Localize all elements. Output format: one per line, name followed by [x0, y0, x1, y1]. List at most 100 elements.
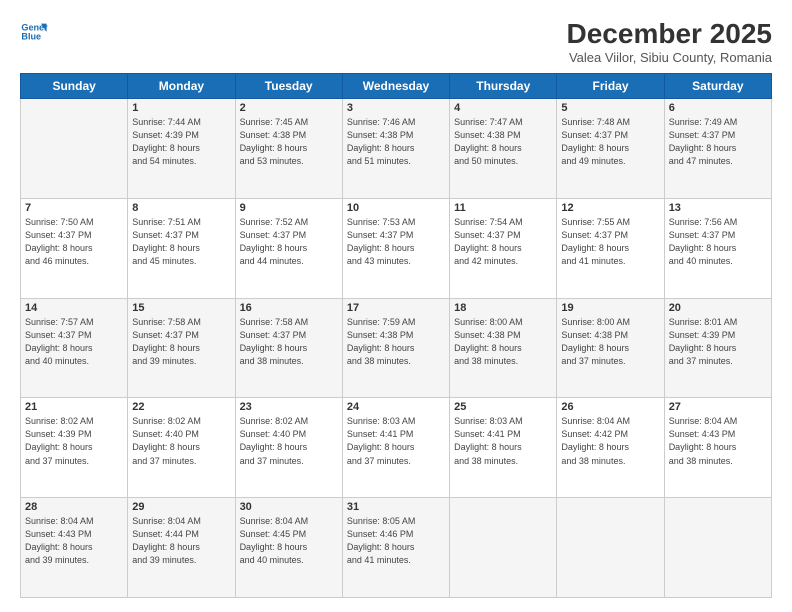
day-info: Sunrise: 8:04 AMSunset: 4:43 PMDaylight:…	[25, 515, 123, 567]
day-number: 31	[347, 501, 445, 513]
calendar-cell	[664, 498, 771, 598]
day-info: Sunrise: 8:01 AMSunset: 4:39 PMDaylight:…	[669, 316, 767, 368]
calendar-cell: 29 Sunrise: 8:04 AMSunset: 4:44 PMDayligh…	[128, 498, 235, 598]
day-header-thursday: Thursday	[450, 74, 557, 99]
day-number: 14	[25, 302, 123, 314]
calendar-cell: 31 Sunrise: 8:05 AMSunset: 4:46 PMDayligh…	[342, 498, 449, 598]
day-info: Sunrise: 8:04 AMSunset: 4:42 PMDaylight:…	[561, 415, 659, 467]
day-info: Sunrise: 8:04 AMSunset: 4:44 PMDaylight:…	[132, 515, 230, 567]
day-info: Sunrise: 7:59 AMSunset: 4:38 PMDaylight:…	[347, 316, 445, 368]
day-info: Sunrise: 7:46 AMSunset: 4:38 PMDaylight:…	[347, 116, 445, 168]
day-info: Sunrise: 7:47 AMSunset: 4:38 PMDaylight:…	[454, 116, 552, 168]
calendar-cell: 11 Sunrise: 7:54 AMSunset: 4:37 PMDayligh…	[450, 198, 557, 298]
calendar-cell: 24 Sunrise: 8:03 AMSunset: 4:41 PMDayligh…	[342, 398, 449, 498]
day-info: Sunrise: 7:54 AMSunset: 4:37 PMDaylight:…	[454, 216, 552, 268]
day-info: Sunrise: 7:50 AMSunset: 4:37 PMDaylight:…	[25, 216, 123, 268]
day-info: Sunrise: 7:52 AMSunset: 4:37 PMDaylight:…	[240, 216, 338, 268]
day-info: Sunrise: 8:03 AMSunset: 4:41 PMDaylight:…	[454, 415, 552, 467]
day-header-sunday: Sunday	[21, 74, 128, 99]
day-number: 18	[454, 302, 552, 314]
calendar: SundayMondayTuesdayWednesdayThursdayFrid…	[20, 73, 772, 598]
page-header: General Blue December 2025 Valea Viilor,…	[20, 18, 772, 65]
day-info: Sunrise: 7:58 AMSunset: 4:37 PMDaylight:…	[240, 316, 338, 368]
day-info: Sunrise: 7:49 AMSunset: 4:37 PMDaylight:…	[669, 116, 767, 168]
calendar-cell: 5 Sunrise: 7:48 AMSunset: 4:37 PMDaylight…	[557, 99, 664, 199]
day-info: Sunrise: 8:02 AMSunset: 4:40 PMDaylight:…	[240, 415, 338, 467]
day-info: Sunrise: 7:45 AMSunset: 4:38 PMDaylight:…	[240, 116, 338, 168]
day-header-monday: Monday	[128, 74, 235, 99]
svg-text:Blue: Blue	[21, 32, 41, 42]
calendar-cell: 6 Sunrise: 7:49 AMSunset: 4:37 PMDaylight…	[664, 99, 771, 199]
calendar-cell: 28 Sunrise: 8:04 AMSunset: 4:43 PMDayligh…	[21, 498, 128, 598]
calendar-cell: 9Sunrise: 7:52 AMSunset: 4:37 PMDaylight…	[235, 198, 342, 298]
day-number: 24	[347, 401, 445, 413]
day-number: 22	[132, 401, 230, 413]
calendar-cell	[557, 498, 664, 598]
day-number: 28	[25, 501, 123, 513]
calendar-cell: 16Sunrise: 7:58 AMSunset: 4:37 PMDayligh…	[235, 298, 342, 398]
day-info: Sunrise: 8:03 AMSunset: 4:41 PMDaylight:…	[347, 415, 445, 467]
month-title: December 2025	[567, 18, 772, 50]
calendar-cell: 3 Sunrise: 7:46 AMSunset: 4:38 PMDaylight…	[342, 99, 449, 199]
calendar-cell: 20 Sunrise: 8:01 AMSunset: 4:39 PMDayligh…	[664, 298, 771, 398]
day-number: 20	[669, 302, 767, 314]
calendar-cell: 19Sunrise: 8:00 AMSunset: 4:38 PMDayligh…	[557, 298, 664, 398]
day-info: Sunrise: 8:05 AMSunset: 4:46 PMDaylight:…	[347, 515, 445, 567]
day-number: 27	[669, 401, 767, 413]
day-number: 29	[132, 501, 230, 513]
calendar-cell: 4 Sunrise: 7:47 AMSunset: 4:38 PMDaylight…	[450, 99, 557, 199]
calendar-cell: 12 Sunrise: 7:55 AMSunset: 4:37 PMDayligh…	[557, 198, 664, 298]
calendar-cell: 2 Sunrise: 7:45 AMSunset: 4:38 PMDaylight…	[235, 99, 342, 199]
day-number: 5	[561, 102, 659, 114]
subtitle: Valea Viilor, Sibiu County, Romania	[567, 50, 772, 65]
day-info: Sunrise: 7:58 AMSunset: 4:37 PMDaylight:…	[132, 316, 230, 368]
calendar-cell: 26Sunrise: 8:04 AMSunset: 4:42 PMDayligh…	[557, 398, 664, 498]
calendar-cell: 13 Sunrise: 7:56 AMSunset: 4:37 PMDayligh…	[664, 198, 771, 298]
day-info: Sunrise: 7:44 AMSunset: 4:39 PMDaylight:…	[132, 116, 230, 168]
calendar-cell: 14 Sunrise: 7:57 AMSunset: 4:37 PMDayligh…	[21, 298, 128, 398]
calendar-cell: 17 Sunrise: 7:59 AMSunset: 4:38 PMDayligh…	[342, 298, 449, 398]
day-info: Sunrise: 8:00 AMSunset: 4:38 PMDaylight:…	[454, 316, 552, 368]
day-info: Sunrise: 8:02 AMSunset: 4:40 PMDaylight:…	[132, 415, 230, 467]
day-number: 7	[25, 202, 123, 214]
day-number: 15	[132, 302, 230, 314]
calendar-cell: 10Sunrise: 7:53 AMSunset: 4:37 PMDayligh…	[342, 198, 449, 298]
day-number: 4	[454, 102, 552, 114]
calendar-cell: 27 Sunrise: 8:04 AMSunset: 4:43 PMDayligh…	[664, 398, 771, 498]
calendar-cell: 21 Sunrise: 8:02 AMSunset: 4:39 PMDayligh…	[21, 398, 128, 498]
day-info: Sunrise: 7:57 AMSunset: 4:37 PMDaylight:…	[25, 316, 123, 368]
day-header-friday: Friday	[557, 74, 664, 99]
day-number: 6	[669, 102, 767, 114]
day-info: Sunrise: 7:56 AMSunset: 4:37 PMDaylight:…	[669, 216, 767, 268]
day-info: Sunrise: 8:04 AMSunset: 4:45 PMDaylight:…	[240, 515, 338, 567]
calendar-cell: 23 Sunrise: 8:02 AMSunset: 4:40 PMDayligh…	[235, 398, 342, 498]
day-info: Sunrise: 7:51 AMSunset: 4:37 PMDaylight:…	[132, 216, 230, 268]
logo: General Blue	[20, 18, 48, 46]
day-number: 21	[25, 401, 123, 413]
calendar-cell	[21, 99, 128, 199]
day-info: Sunrise: 8:02 AMSunset: 4:39 PMDaylight:…	[25, 415, 123, 467]
day-number: 12	[561, 202, 659, 214]
calendar-cell: 1Sunrise: 7:44 AMSunset: 4:39 PMDaylight…	[128, 99, 235, 199]
logo-icon: General Blue	[20, 18, 48, 46]
day-header-wednesday: Wednesday	[342, 74, 449, 99]
calendar-cell: 22 Sunrise: 8:02 AMSunset: 4:40 PMDayligh…	[128, 398, 235, 498]
calendar-cell: 15 Sunrise: 7:58 AMSunset: 4:37 PMDayligh…	[128, 298, 235, 398]
day-info: Sunrise: 7:53 AMSunset: 4:37 PMDaylight:…	[347, 216, 445, 268]
day-number: 8	[132, 202, 230, 214]
day-number: 23	[240, 401, 338, 413]
day-info: Sunrise: 8:04 AMSunset: 4:43 PMDaylight:…	[669, 415, 767, 467]
day-info: Sunrise: 7:55 AMSunset: 4:37 PMDaylight:…	[561, 216, 659, 268]
calendar-cell: 7 Sunrise: 7:50 AMSunset: 4:37 PMDaylight…	[21, 198, 128, 298]
calendar-cell	[450, 498, 557, 598]
calendar-cell: 8 Sunrise: 7:51 AMSunset: 4:37 PMDaylight…	[128, 198, 235, 298]
calendar-cell: 18 Sunrise: 8:00 AMSunset: 4:38 PMDayligh…	[450, 298, 557, 398]
day-number: 3	[347, 102, 445, 114]
day-number: 13	[669, 202, 767, 214]
day-header-saturday: Saturday	[664, 74, 771, 99]
day-number: 2	[240, 102, 338, 114]
day-info: Sunrise: 7:48 AMSunset: 4:37 PMDaylight:…	[561, 116, 659, 168]
day-number: 11	[454, 202, 552, 214]
day-number: 17	[347, 302, 445, 314]
day-number: 30	[240, 501, 338, 513]
